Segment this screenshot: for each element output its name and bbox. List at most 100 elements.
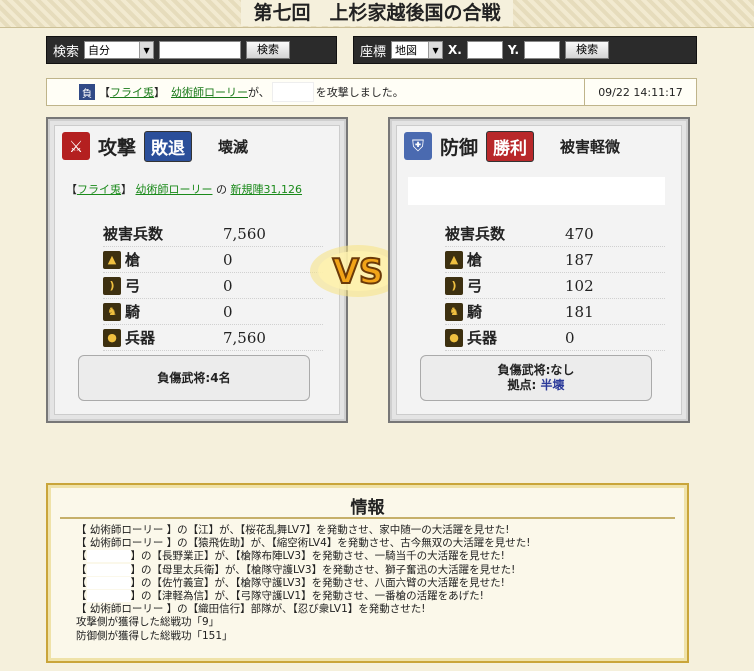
coordinate-bar: 座標 地図 ▼ X. Y. 検索 — [353, 36, 697, 64]
info-line-prefix: 【 — [76, 550, 87, 563]
bow-label: 弓 — [467, 277, 483, 295]
map-select-value: 地図 — [395, 44, 418, 57]
attacker-siege-value: 7,560 — [223, 328, 266, 347]
attack-label: 攻撃 — [98, 136, 137, 159]
info-line-text: 】の【佐竹義宣】が、【槍隊守護LV3】を発動させ、八面六臂の大活躍を見せた! — [130, 576, 505, 589]
search-input[interactable] — [159, 41, 242, 59]
chevron-down-icon: ▼ — [428, 42, 443, 58]
defender-bow-value: 102 — [565, 276, 594, 295]
attacker-spear-value: 0 — [223, 250, 233, 269]
info-line-text: 【猿飛佐助】が、【縮空術LV4】を発動させ、古今無双の大活躍を見せた! — [187, 537, 531, 550]
y-label: Y. — [507, 43, 520, 57]
info-line-text: 攻撃側が獲得した総戦功「9」 — [76, 616, 220, 629]
attacker-bow-value: 0 — [223, 276, 233, 295]
defender-casualties-row: 被害兵数 470 — [445, 221, 665, 247]
attacker-alliance-link[interactable]: フライ兎 — [77, 183, 121, 196]
attacker-bow-row: ) 弓 0 — [103, 273, 323, 299]
casualties-label: 被害兵数 — [445, 225, 506, 243]
defender-horse-row: ♞ 騎 181 — [445, 299, 665, 325]
report-timestamp: 09/22 14:11:17 — [584, 79, 696, 105]
defense-label: 防御 — [440, 136, 479, 159]
info-line-prefix: 【 — [76, 590, 87, 603]
attacker-casualties-row: 被害兵数 7,560 — [103, 221, 323, 247]
defender-damage-level: 被害軽微 — [560, 137, 621, 156]
attacker-injured-box: 負傷武将:4名 — [78, 355, 310, 401]
redacted-player-name — [86, 563, 131, 576]
spear-icon: ▲ — [103, 250, 121, 269]
spear-label: 槍 — [125, 251, 141, 269]
horse-icon: ♞ — [445, 302, 463, 321]
attacker-casualties-value: 7,560 — [223, 224, 266, 243]
attacker-info: 【フライ兎】 幼術師ローリー の 新規陣31,126 — [66, 183, 303, 196]
defender-casualties-value: 470 — [565, 224, 594, 243]
defender-horse-value: 181 — [565, 302, 594, 321]
battle-report-summary: 負 【フライ兎】 幼術師ローリー が、 を攻撃しました。 09/22 14:11… — [46, 78, 697, 106]
info-log-line: 防御側が獲得した総戦功「151」 — [76, 630, 531, 643]
info-log-line: 【 】の【長野業正】が、【槍隊布陣LV3】を発動させ、一騎当千の大活躍を見せた! — [76, 550, 531, 563]
search-bar: 検索 自分 ▼ 検索 — [46, 36, 337, 64]
svg-text:VS: VS — [333, 252, 384, 292]
defeat-badge: 負 — [79, 84, 95, 100]
attacker-horse-value: 0 — [223, 302, 233, 321]
siege-icon: ● — [445, 328, 463, 347]
search-type-select[interactable]: 自分 ▼ — [84, 41, 155, 59]
info-line-text: 【江】が、【桜花乱舞LV7】を発動させ、家中随一の大活躍を見せた! — [187, 524, 510, 536]
attacker-target-link[interactable]: 新規陣31,126 — [231, 183, 303, 196]
base-label: 拠点: — [507, 378, 537, 392]
base-status: 半壊 — [540, 378, 565, 392]
report-middle-text: が、 — [248, 86, 270, 99]
siege-label: 兵器 — [125, 329, 156, 347]
attacker-panel: ⚔ 攻撃 敗退 壊滅 【フライ兎】 幼術師ローリー の 新規陣31,126 被害… — [46, 117, 348, 423]
x-coordinate-input[interactable] — [466, 41, 503, 59]
info-line-prefix: 【 幼術師ローリー 】の — [76, 603, 188, 616]
attacker-horse-row: ♞ 騎 0 — [103, 299, 323, 325]
crossed-swords-icon: ⚔ — [62, 132, 90, 160]
search-button[interactable]: 検索 — [246, 41, 291, 59]
defender-siege-value: 0 — [565, 328, 575, 347]
bow-icon: ) — [103, 276, 121, 295]
siege-icon: ● — [103, 328, 121, 347]
bow-label: 弓 — [125, 277, 141, 295]
page-title: 第七回 上杉家越後国の合戦 — [241, 0, 513, 26]
attacker-player-link[interactable]: 幼術師ローリー — [136, 183, 213, 196]
redacted-player-name — [86, 550, 131, 563]
coordinate-label: 座標 — [360, 44, 387, 60]
info-log-line: 【 幼術師ローリー 】の【江】が、【桜花乱舞LV7】を発動させ、家中随一の大活躍… — [76, 524, 531, 537]
info-line-prefix: 【 — [76, 576, 87, 589]
info-line-text: 】の【津軽為信】が、【弓隊守護LV1】を発動させ、一番槍の活躍をあげた! — [130, 590, 484, 603]
defender-panel: ⛨ 防御 勝利 被害軽微 被害兵数 470 ▲ 槍 187 ) 弓 102 ♞ 騎 1… — [388, 117, 690, 423]
map-select[interactable]: 地図 ▼ — [391, 41, 444, 59]
info-log-line: 【 】の【津軽為信】が、【弓隊守護LV1】を発動させ、一番槍の活躍をあげた! — [76, 590, 531, 603]
alliance-link[interactable]: フライ兎 — [110, 84, 154, 100]
spear-label: 槍 — [467, 251, 483, 269]
defender-spear-row: ▲ 槍 187 — [445, 247, 665, 273]
defender-injured-text: 負傷武将:なし — [497, 363, 575, 377]
attacker-damage-level: 壊滅 — [218, 137, 249, 156]
info-line-prefix: 【 幼術師ローリー 】の — [76, 524, 188, 536]
y-coordinate-input[interactable] — [524, 41, 561, 59]
spear-icon: ▲ — [445, 250, 463, 269]
info-log-line: 【 幼術師ローリー 】の【猿飛佐助】が、【縮空術LV4】を発動させ、古今無双の大… — [76, 537, 531, 550]
defender-stats: 被害兵数 470 ▲ 槍 187 ) 弓 102 ♞ 騎 181 ● 兵器 0 — [445, 221, 665, 351]
defender-bow-row: ) 弓 102 — [445, 273, 665, 299]
info-panel: 情報 【 幼術師ローリー 】の【江】が、【桜花乱舞LV7】を発動させ、家中随一の… — [46, 483, 689, 663]
info-title: 情報 — [350, 498, 385, 518]
redacted-player-name — [86, 590, 131, 603]
redacted-player-name — [86, 576, 131, 589]
info-log-line: 攻撃側が獲得した総戦功「9」 — [76, 616, 531, 629]
info-line-text: 【織田信行】部隊が、【忍び衆LV1】を発動させた! — [187, 603, 426, 616]
player-link[interactable]: 幼術師ローリー — [171, 84, 248, 100]
x-label: X. — [448, 43, 462, 57]
coordinate-search-button[interactable]: 検索 — [565, 41, 610, 59]
siege-label: 兵器 — [467, 329, 498, 347]
horse-label: 騎 — [125, 303, 141, 321]
info-log-line: 【 幼術師ローリー 】の【織田信行】部隊が、【忍び衆LV1】を発動させた! — [76, 603, 531, 616]
attacker-injured-text: 負傷武将:4名 — [157, 370, 231, 385]
info-line-prefix: 【 幼術師ローリー 】の — [76, 537, 188, 550]
defender-injured-box: 負傷武将:なし 拠点: 半壊 — [420, 355, 652, 401]
info-log-line: 【 】の【佐竹義宣】が、【槍隊守護LV3】を発動させ、八面六臂の大活躍を見せた! — [76, 576, 531, 590]
search-type-value: 自分 — [88, 44, 111, 57]
info-line-text: 】の【母里太兵衛】が、【槍隊守護LV3】を発動させ、獅子奮迅の大活躍を見せた! — [130, 563, 516, 576]
search-label: 検索 — [53, 44, 80, 60]
report-end-text: を攻撃しました。 — [315, 86, 404, 99]
